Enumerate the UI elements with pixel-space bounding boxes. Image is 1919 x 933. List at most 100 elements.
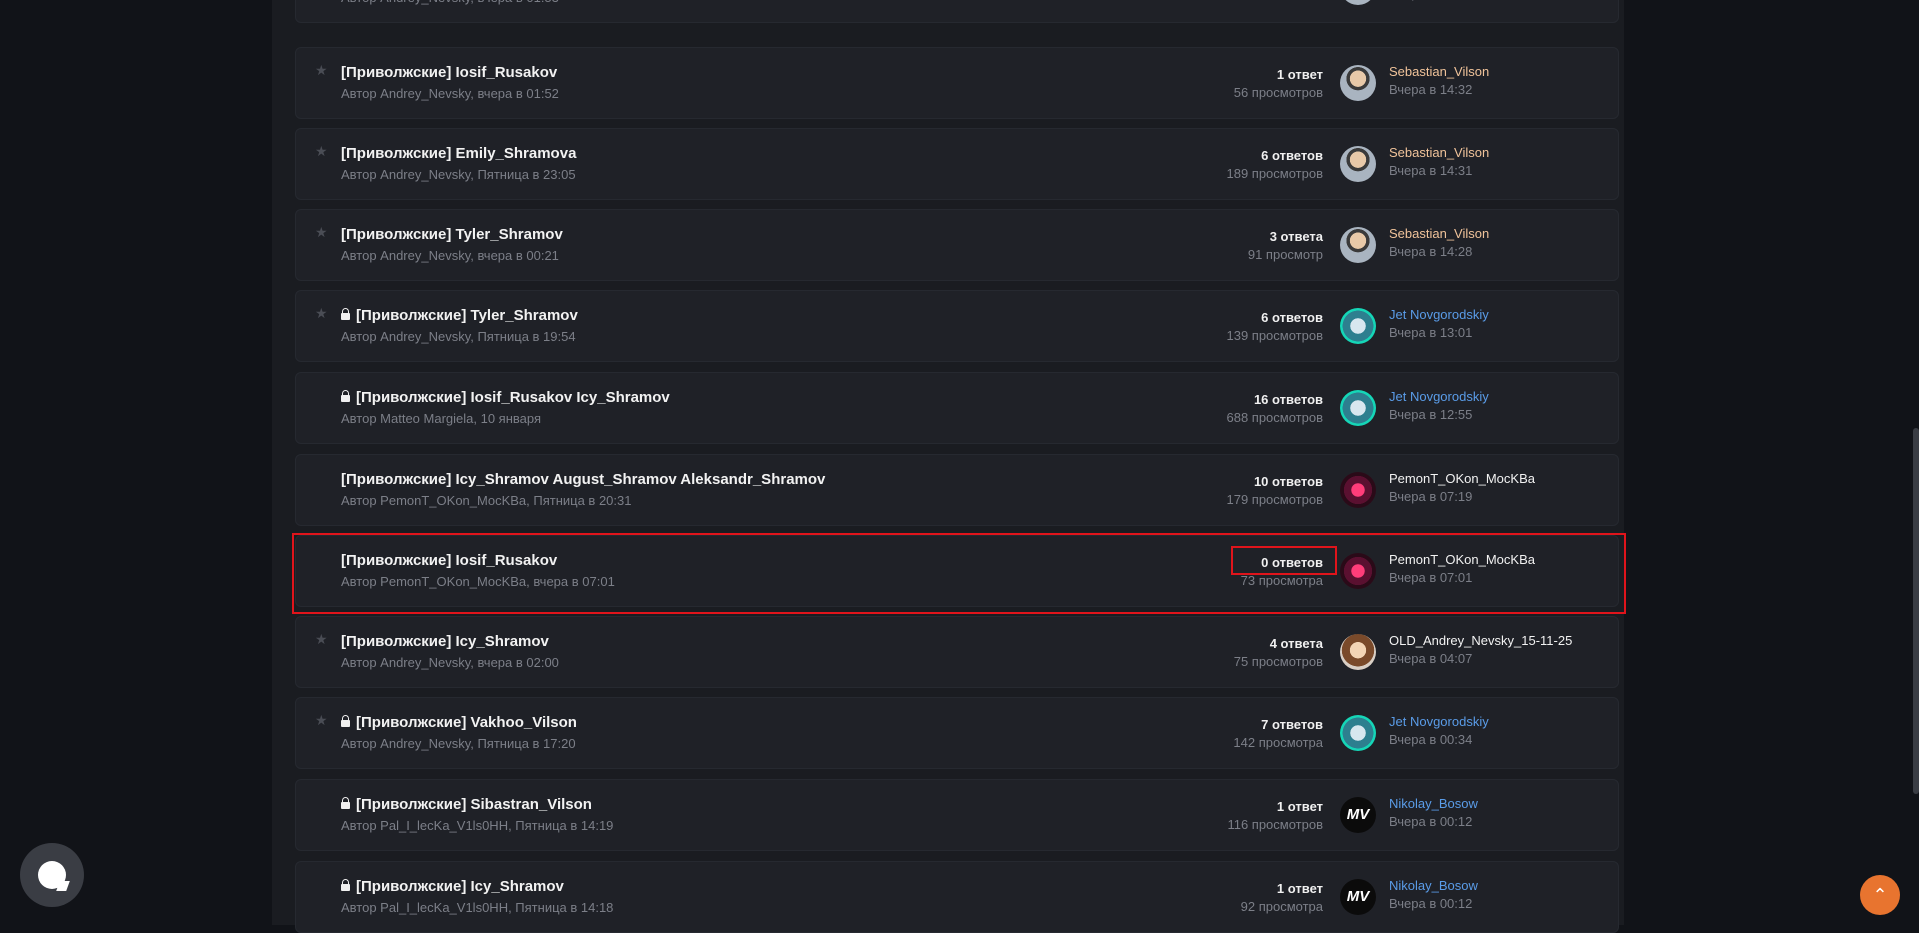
- avatar[interactable]: [1340, 146, 1376, 182]
- star-icon[interactable]: ★: [315, 633, 328, 647]
- thread-row[interactable]: [Приволжские] Iosif_Rusakov Icy_Shramov А…: [295, 372, 1619, 444]
- star-icon[interactable]: ★: [315, 714, 328, 728]
- thread-meta: Автор Pal_I_lecKa_V1ls0HH, Пятница в 14:…: [341, 900, 614, 915]
- last-post-time[interactable]: Вчера в 07:19: [1389, 489, 1472, 504]
- star-icon[interactable]: ★: [315, 307, 328, 321]
- thread-title[interactable]: [Приволжские] Icy_Shramov: [341, 633, 549, 650]
- thread-meta: Автор Andrey_Nevsky, Пятница в 23:05: [341, 167, 576, 182]
- thread-row[interactable]: ★Автор Andrey_Nevsky, вчера в 01:5360 пр…: [295, 0, 1619, 23]
- star-icon[interactable]: ★: [315, 226, 328, 240]
- last-poster-link[interactable]: Sebastian_Vilson: [1389, 226, 1489, 241]
- avatar[interactable]: [1340, 553, 1376, 589]
- reply-count: 4 ответа: [1269, 636, 1323, 651]
- reply-count: 0 ответов: [1261, 555, 1323, 570]
- reply-count: 16 ответов: [1253, 392, 1323, 407]
- last-poster-link[interactable]: Jet Novgorodskiy: [1389, 714, 1489, 729]
- last-post-time[interactable]: Вчера в 04:07: [1389, 651, 1472, 666]
- last-poster-link[interactable]: Nikolay_Bosow: [1389, 796, 1478, 811]
- thread-title[interactable]: [Приволжские] Iosif_Rusakov: [341, 552, 557, 569]
- thread-row[interactable]: ★ [Приволжские] Vakhoo_Vilson Автор Andrey…: [295, 697, 1619, 769]
- star-icon[interactable]: ★: [315, 145, 328, 159]
- thread-title[interactable]: [Приволжские] Tyler_Shramov: [341, 226, 563, 243]
- last-poster-link[interactable]: Jet Novgorodskiy: [1389, 389, 1489, 404]
- thread-stats: 7 ответов 142 просмотра: [1233, 716, 1323, 752]
- last-poster-link[interactable]: PemonT_OKon_MocKBa: [1389, 471, 1535, 486]
- last-poster-link[interactable]: Sebastian_Vilson: [1389, 64, 1489, 79]
- thread-meta: Автор Andrey_Nevsky, вчера в 02:00: [341, 655, 559, 670]
- last-poster-link[interactable]: Nikolay_Bosow: [1389, 878, 1478, 893]
- last-post-time[interactable]: Вчера в 14:32: [1389, 82, 1472, 97]
- thread-title[interactable]: [Приволжские] Icy_Shramov: [356, 878, 564, 895]
- avatar[interactable]: [1340, 227, 1376, 263]
- thread-title[interactable]: [Приволжские] Emily_Shramova: [341, 145, 576, 162]
- chat-button[interactable]: [20, 843, 84, 907]
- lock-icon: [341, 308, 350, 320]
- thread-row[interactable]: ★ [Приволжские] Tyler_Shramov Автор Andrey…: [295, 209, 1619, 281]
- thread-meta: Автор PemonT_OKon_MocKBa, вчера в 07:01: [341, 574, 615, 589]
- thread-row[interactable]: [Приволжские] Sibastran_Vilson Автор Pal_…: [295, 779, 1619, 851]
- thread-stats: 3 ответа 91 просмотр: [1248, 228, 1323, 264]
- chevron-up-icon: ⌃: [1872, 885, 1888, 906]
- scroll-top-button[interactable]: ⌃: [1860, 875, 1900, 915]
- thread-title[interactable]: [Приволжские] Iosif_Rusakov Icy_Shramov: [356, 389, 670, 406]
- thread-stats: 0 ответов 73 просмотра: [1241, 554, 1323, 590]
- last-poster-link[interactable]: Jet Novgorodskiy: [1389, 307, 1489, 322]
- last-post-time[interactable]: Вчера в 14:28: [1389, 244, 1472, 259]
- avatar[interactable]: [1340, 634, 1376, 670]
- thread-row[interactable]: ★ [Приволжские] Emily_Shramova Автор Andre…: [295, 128, 1619, 200]
- reply-count: 6 ответов: [1261, 310, 1323, 325]
- thread-title[interactable]: [Приволжские] Sibastran_Vilson: [356, 796, 592, 813]
- avatar[interactable]: [1340, 65, 1376, 101]
- lock-icon: [341, 390, 350, 402]
- thread-stats: 6 ответов 139 просмотров: [1226, 309, 1323, 345]
- thread-title[interactable]: [Приволжские] Iosif_Rusakov: [341, 64, 557, 81]
- last-post-time[interactable]: Вчера в 14:31: [1389, 163, 1472, 178]
- star-icon[interactable]: ★: [315, 64, 328, 78]
- thread-row[interactable]: [Приволжские] Iosif_Rusakov Автор PemonT_…: [295, 535, 1619, 607]
- view-count: 116 просмотров: [1227, 817, 1323, 832]
- thread-row[interactable]: ★ [Приволжские] Tyler_Shramov Автор Andrey…: [295, 290, 1619, 362]
- thread-row[interactable]: ★ [Приволжские] Icy_Shramov Автор Andrey_N…: [295, 616, 1619, 688]
- thread-stats: 1 ответ 92 просмотра: [1241, 880, 1323, 916]
- thread-title[interactable]: [Приволжские] Vakhoo_Vilson: [356, 714, 577, 731]
- avatar[interactable]: [1340, 0, 1376, 5]
- last-poster-link[interactable]: Sebastian_Vilson: [1389, 145, 1489, 160]
- thread-meta: Автор Andrey_Nevsky, Пятница в 17:20: [341, 736, 576, 751]
- reply-count: 3 ответа: [1269, 229, 1323, 244]
- reply-count: 6 ответов: [1261, 148, 1323, 163]
- view-count: 56 просмотров: [1233, 85, 1323, 100]
- last-post-time[interactable]: Вчера в 00:34: [1389, 732, 1472, 747]
- thread-meta: Автор Andrey_Nevsky, Пятница в 19:54: [341, 329, 576, 344]
- last-post-time[interactable]: Вчера в 14:33: [1389, 0, 1472, 1]
- avatar[interactable]: MV: [1340, 797, 1376, 833]
- last-poster-link[interactable]: OLD_Andrey_Nevsky_15-11-25: [1389, 633, 1572, 648]
- thread-meta: Автор Andrey_Nevsky, вчера в 00:21: [341, 248, 559, 263]
- avatar[interactable]: [1340, 715, 1376, 751]
- avatar[interactable]: MV: [1340, 879, 1376, 915]
- thread-meta: Автор Andrey_Nevsky, вчера в 01:53: [341, 0, 559, 5]
- last-post-time[interactable]: Вчера в 00:12: [1389, 814, 1472, 829]
- reply-count: 1 ответ: [1276, 67, 1323, 82]
- thread-row[interactable]: [Приволжские] Icy_Shramov August_Shramov…: [295, 454, 1619, 526]
- scrollbar-thumb[interactable]: [1913, 428, 1919, 794]
- lock-icon: [341, 797, 350, 809]
- last-post-time[interactable]: Вчера в 07:01: [1389, 570, 1472, 585]
- avatar[interactable]: [1340, 308, 1376, 344]
- last-post-time[interactable]: Вчера в 12:55: [1389, 407, 1472, 422]
- thread-meta: Автор PemonT_OKon_MocKBa, Пятница в 20:3…: [341, 493, 632, 508]
- avatar[interactable]: [1340, 390, 1376, 426]
- view-count: 189 просмотров: [1226, 166, 1323, 181]
- view-count: 139 просмотров: [1226, 328, 1323, 343]
- last-post-time[interactable]: Вчера в 00:12: [1389, 896, 1472, 911]
- view-count: 142 просмотра: [1233, 735, 1323, 750]
- avatar[interactable]: [1340, 472, 1376, 508]
- last-poster-link[interactable]: PemonT_OKon_MocKBa: [1389, 552, 1535, 567]
- thread-meta: Автор Matteo Margiela, 10 января: [341, 411, 542, 426]
- thread-row[interactable]: ★ [Приволжские] Iosif_Rusakov Автор Andrey…: [295, 47, 1619, 119]
- last-post-time[interactable]: Вчера в 13:01: [1389, 325, 1472, 340]
- thread-title[interactable]: [Приволжские] Icy_Shramov August_Shramov…: [341, 471, 825, 488]
- view-count: 91 просмотр: [1247, 247, 1323, 262]
- thread-row[interactable]: [Приволжские] Icy_Shramov Автор Pal_I_lec…: [295, 861, 1619, 933]
- thread-title[interactable]: [Приволжские] Tyler_Shramov: [356, 307, 578, 324]
- view-count: 73 просмотра: [1240, 573, 1323, 588]
